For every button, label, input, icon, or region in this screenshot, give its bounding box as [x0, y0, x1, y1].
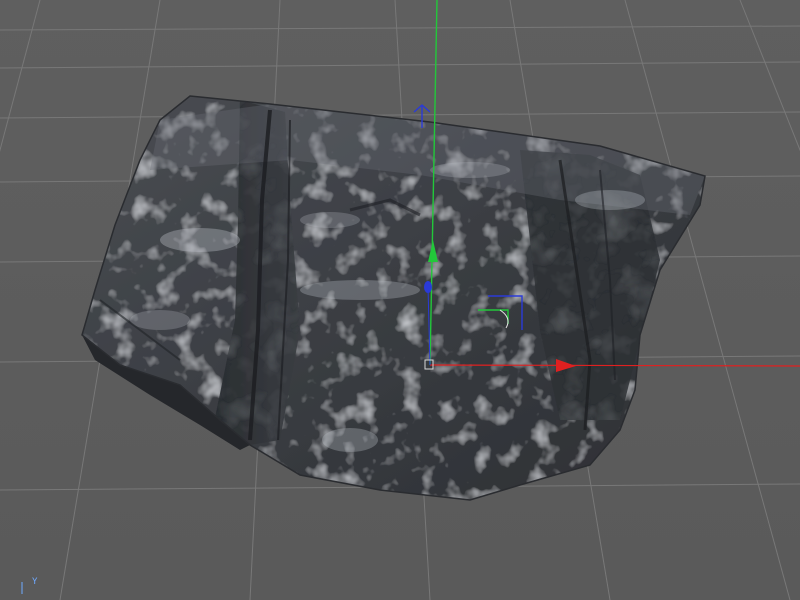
- 3d-viewport[interactable]: Y: [0, 0, 800, 600]
- world-axis-label: Y: [32, 577, 38, 587]
- world-axis-indicator: Y: [14, 577, 38, 596]
- viewport-scene[interactable]: [0, 0, 800, 600]
- rock-mesh-model[interactable]: [81, 95, 706, 501]
- axis-indicator-icon: [21, 582, 23, 594]
